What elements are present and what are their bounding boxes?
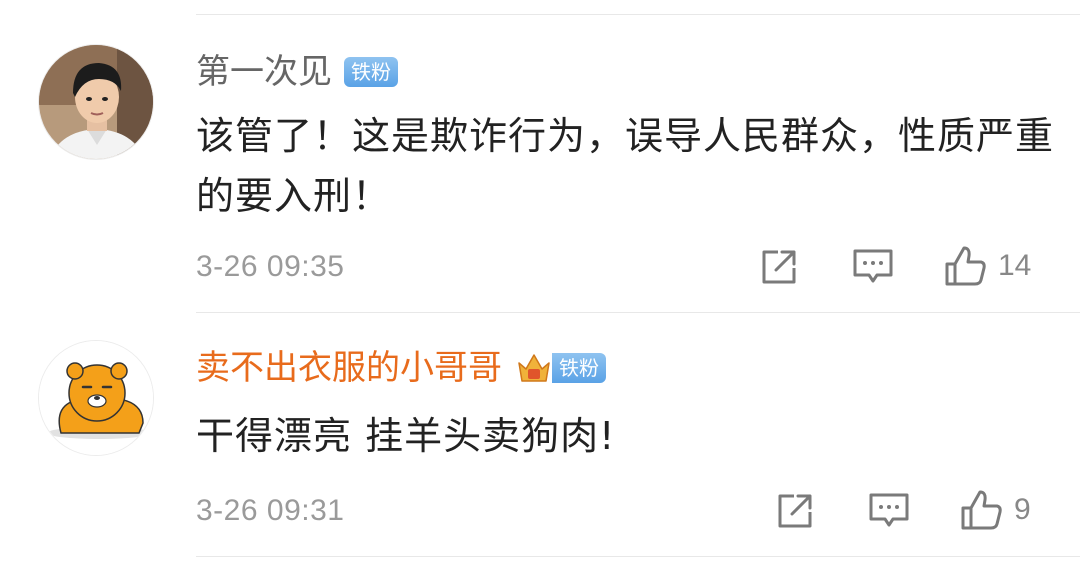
timestamp: 3-26 09:35: [196, 250, 345, 283]
comment-button[interactable]: [852, 248, 894, 286]
like-button[interactable]: 14: [944, 244, 1031, 288]
divider-top: [196, 14, 1080, 15]
share-button[interactable]: [758, 246, 800, 288]
share-icon: [762, 250, 796, 284]
divider-middle: [196, 312, 1080, 313]
like-button[interactable]: 9: [960, 488, 1031, 532]
like-count: 9: [1014, 493, 1031, 526]
avatar[interactable]: [38, 44, 154, 160]
fan-badge: 铁粉: [552, 353, 606, 383]
username-text[interactable]: 卖不出衣服的小哥哥: [196, 348, 502, 388]
comment-text: 干得漂亮 挂羊头卖狗肉!: [196, 414, 616, 458]
comment-icon: [869, 493, 909, 527]
divider-bottom: [196, 556, 1080, 557]
crown-icon: [518, 354, 550, 382]
fan-badge: 铁粉: [344, 57, 398, 87]
crown-fan-badge: 铁粉: [516, 351, 606, 385]
username-text[interactable]: 第一次见: [196, 52, 332, 92]
comment-icon: [853, 249, 893, 283]
timestamp: 3-26 09:31: [196, 494, 345, 527]
like-icon: [961, 490, 1002, 530]
like-icon: [945, 246, 986, 286]
username[interactable]: 卖不出衣服的小哥哥 铁粉: [196, 348, 606, 388]
username[interactable]: 第一次见 铁粉: [196, 52, 398, 92]
avatar[interactable]: [38, 340, 154, 456]
like-count: 14: [998, 249, 1032, 282]
share-button[interactable]: [774, 490, 816, 532]
comment-text: 该管了！这是欺诈行为，误导人民群众，性质严重的要入刑！: [196, 114, 1055, 218]
comment-button[interactable]: [868, 492, 910, 530]
share-icon: [778, 494, 812, 528]
